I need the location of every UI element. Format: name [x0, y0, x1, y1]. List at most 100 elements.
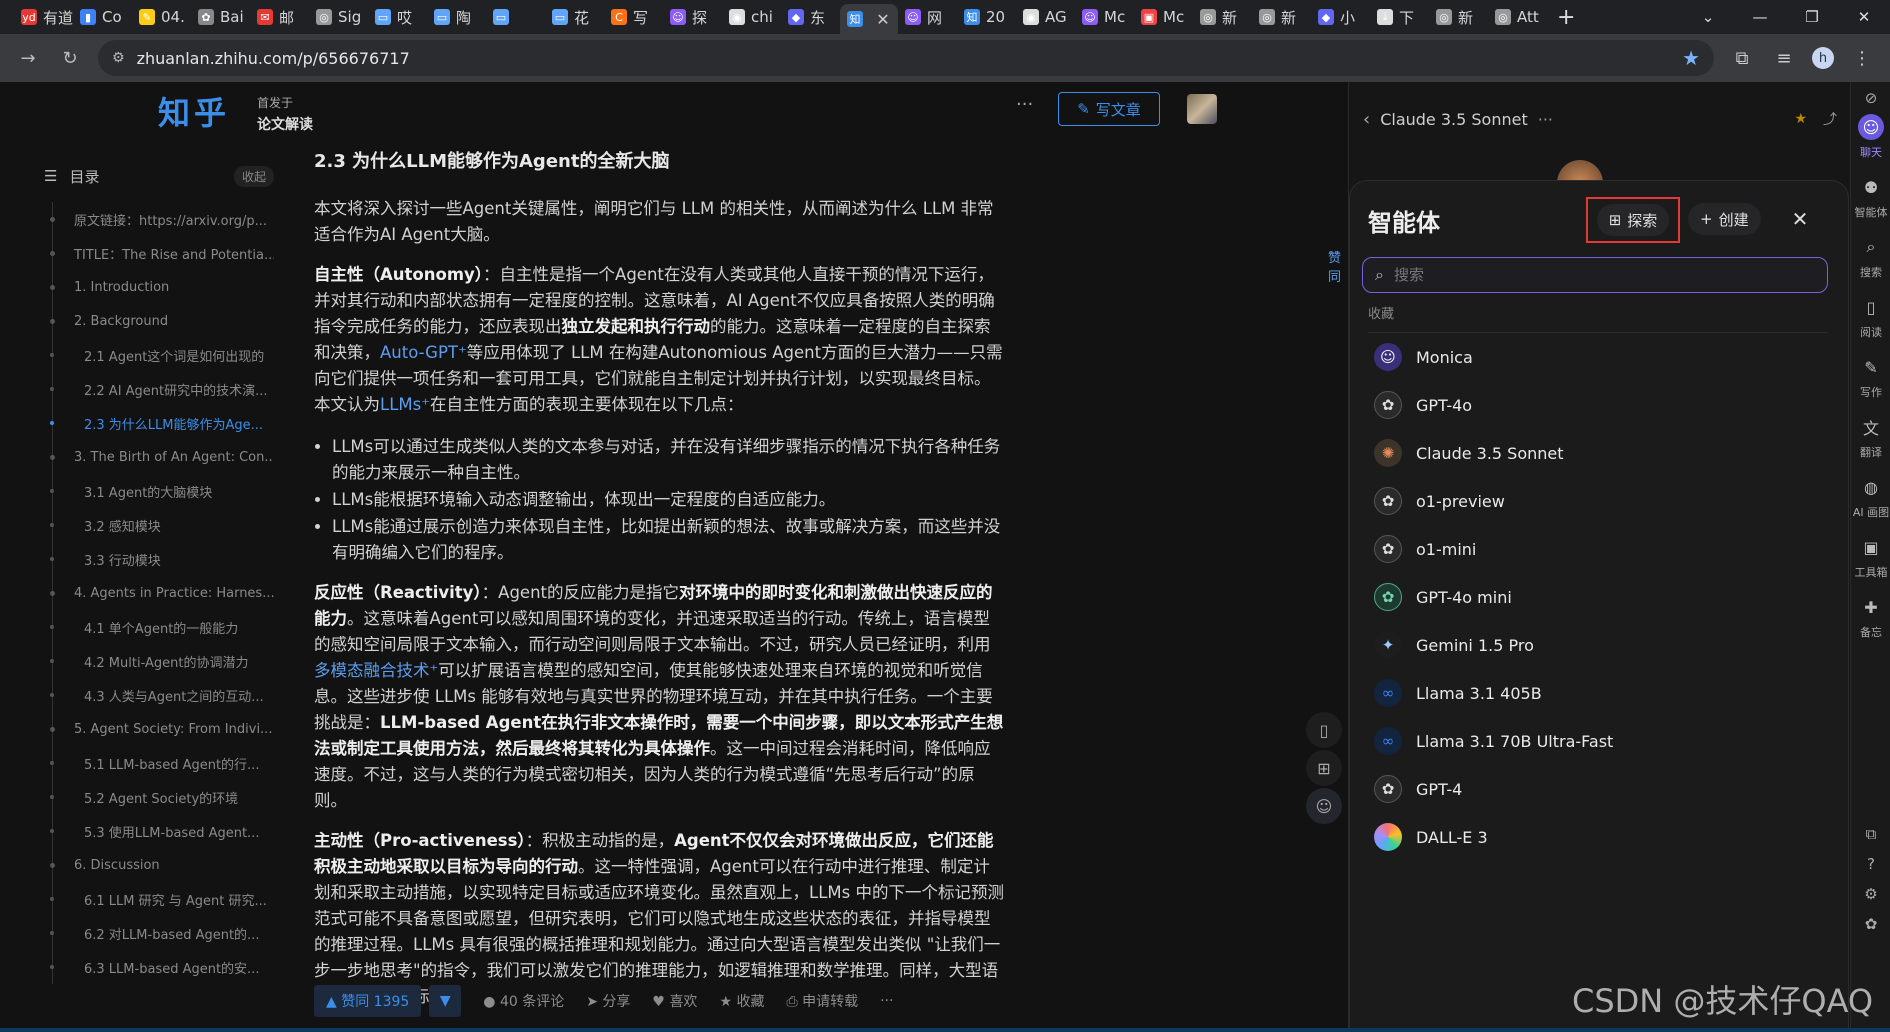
- close-tab-icon[interactable]: ✕: [875, 10, 891, 29]
- toc-item[interactable]: 4.3 人类与Agent之间的互动...: [44, 678, 274, 712]
- side-upvote-label[interactable]: 赞同: [1328, 247, 1348, 285]
- browser-tab[interactable]: 知 20: [957, 4, 1016, 30]
- upvote-button[interactable]: ▲ 赞同 1395: [314, 985, 422, 1017]
- agent-search-input[interactable]: [1393, 266, 1794, 284]
- column-name[interactable]: 论文解读: [257, 114, 313, 134]
- rail-item[interactable]: ▯ 阅读: [1851, 294, 1890, 340]
- more-actions-button[interactable]: ···: [880, 993, 893, 1009]
- share-icon[interactable]: ⤴: [1823, 109, 1837, 129]
- more-icon[interactable]: ···: [1016, 94, 1033, 115]
- browser-tab[interactable]: ◉ chi: [722, 4, 781, 30]
- browser-tab[interactable]: ▭ 花: [545, 4, 604, 30]
- agent-item[interactable]: ✿ o1-preview: [1362, 477, 1832, 525]
- browser-tab[interactable]: ▣ Mc: [1134, 4, 1193, 30]
- multimodal-link[interactable]: 多模态融合技术⁺: [314, 661, 438, 680]
- feedback-icon[interactable]: ⧉: [1859, 822, 1883, 846]
- browser-tab[interactable]: ⤓ 下: [1370, 4, 1429, 30]
- llms-link[interactable]: LLMs⁺: [380, 395, 430, 414]
- toc-item[interactable]: 2. Background: [44, 304, 274, 338]
- forward-icon[interactable]: →: [14, 44, 42, 72]
- browser-tab[interactable]: ◎ 新: [1252, 4, 1311, 30]
- browser-tab[interactable]: ◆ 小: [1311, 4, 1370, 30]
- browser-tab[interactable]: ☺ 网: [898, 4, 957, 30]
- pin-icon[interactable]: ★: [1794, 111, 1807, 127]
- reload-icon[interactable]: ↻: [56, 44, 84, 72]
- grid-icon[interactable]: ⊞: [1306, 750, 1342, 786]
- agent-item[interactable]: ✿ GPT-4o: [1362, 381, 1832, 429]
- help-icon[interactable]: ?: [1859, 852, 1883, 876]
- toc-item[interactable]: 6.1 LLM 研究 与 Agent 研究...: [44, 882, 274, 916]
- new-tab-button[interactable]: +: [1557, 5, 1575, 30]
- extensions-icon[interactable]: ⧉: [1728, 44, 1756, 72]
- toc-item[interactable]: 4.1 单个Agent的一般能力: [44, 610, 274, 644]
- close-icon[interactable]: ✕: [1784, 203, 1816, 235]
- agent-item[interactable]: ✿ GPT-4: [1362, 765, 1832, 813]
- browser-tab[interactable]: ☺ 探: [663, 4, 722, 30]
- browser-tab[interactable]: ◎ Sig: [309, 4, 368, 30]
- agent-search-field[interactable]: ⌕: [1362, 257, 1828, 293]
- rail-item[interactable]: ▣ 工具箱: [1851, 534, 1890, 580]
- browser-tab[interactable]: ◎ 新: [1429, 4, 1488, 30]
- favorite-button[interactable]: ★ 收藏: [719, 991, 764, 1011]
- menu-icon[interactable]: ⋮: [1848, 44, 1876, 72]
- toc-item[interactable]: 6.2 对LLM-based Agent的...: [44, 916, 274, 950]
- monica-float-icon[interactable]: ☺: [1306, 788, 1342, 824]
- toc-item[interactable]: 2.1 Agent这个词是如何出现的: [44, 338, 274, 372]
- agent-item[interactable]: ✿ o1-mini: [1362, 525, 1832, 573]
- browser-tab[interactable]: C写: [604, 4, 663, 30]
- toc-item[interactable]: 原文链接：https://arxiv.org/p...: [44, 202, 274, 236]
- column-info[interactable]: 首发于 论文解读: [257, 94, 313, 134]
- rail-item[interactable]: ☺ 聊天: [1851, 114, 1890, 160]
- rail-item[interactable]: ⌕ 搜索: [1851, 234, 1890, 280]
- browser-tab[interactable]: yd 有道: [14, 4, 73, 30]
- browser-tab[interactable]: ✉ 邮: [250, 4, 309, 30]
- browser-tab[interactable]: 知 ✕: [840, 4, 898, 34]
- browser-tab[interactable]: ▮ Co: [73, 4, 132, 30]
- site-info-icon[interactable]: ⚙: [112, 50, 125, 66]
- agent-item[interactable]: ✺ Claude 3.5 Sonnet: [1362, 429, 1832, 477]
- toc-item[interactable]: 3.1 Agent的大脑模块: [44, 474, 274, 508]
- toc-item[interactable]: 3. The Birth of An Agent: Con...: [44, 440, 274, 474]
- rail-item[interactable]: ✚ 备忘: [1851, 594, 1890, 640]
- tab-search-icon[interactable]: ⌄: [1682, 0, 1734, 34]
- rail-item[interactable]: 文翻译: [1851, 414, 1890, 460]
- toc-item[interactable]: 6. Discussion: [44, 848, 274, 882]
- browser-tab[interactable]: ☺ Mc: [1075, 4, 1134, 30]
- browser-tab[interactable]: ▭ 陶: [427, 4, 486, 30]
- browser-tab[interactable]: ◎ 新: [1193, 4, 1252, 30]
- browser-tab[interactable]: ✿ Bai: [191, 4, 250, 30]
- autogpt-link[interactable]: Auto-GPT⁺: [380, 343, 467, 362]
- toc-item[interactable]: 4. Agents in Practice: Harnes...: [44, 576, 274, 610]
- toc-item[interactable]: 6.3 LLM-based Agent的安...: [44, 950, 274, 984]
- agent-item[interactable]: DALL-E 3: [1362, 813, 1832, 861]
- like-button[interactable]: ♥ 喜欢: [652, 991, 697, 1011]
- agent-item[interactable]: ✦ Gemini 1.5 Pro: [1362, 621, 1832, 669]
- downvote-button[interactable]: ▼: [429, 985, 462, 1017]
- toc-item[interactable]: TITLE：The Rise and Potentia...: [44, 236, 274, 270]
- toc-item[interactable]: 2.3 为什么LLM能够作为Age...: [44, 406, 274, 440]
- toc-item[interactable]: 3.2 感知模块: [44, 508, 274, 542]
- browser-tab[interactable]: ✎ 04.: [132, 4, 191, 30]
- write-article-button[interactable]: ✎ 写文章: [1058, 92, 1160, 126]
- rail-item[interactable]: ◍ AI 画图: [1851, 474, 1890, 520]
- agent-item[interactable]: ☺ Monica: [1362, 333, 1832, 381]
- book-icon[interactable]: ▯: [1306, 712, 1342, 748]
- toc-collapse-button[interactable]: 收起: [233, 165, 274, 187]
- browser-tab[interactable]: ◉ AG: [1016, 4, 1075, 30]
- settings-icon[interactable]: ⚙: [1859, 882, 1883, 906]
- back-chevron-icon[interactable]: ‹: [1363, 109, 1370, 130]
- toc-item[interactable]: 3.3 行动模块: [44, 542, 274, 576]
- toc-item[interactable]: 5. Agent Society: From Indivi...: [44, 712, 274, 746]
- share-button[interactable]: ➤ 分享: [586, 991, 630, 1011]
- toc-item[interactable]: 5.1 LLM-based Agent的行...: [44, 746, 274, 780]
- more-icon[interactable]: ···: [1538, 110, 1553, 129]
- rail-item[interactable]: ✎ 写作: [1851, 354, 1890, 400]
- minimize-icon[interactable]: —: [1734, 0, 1786, 34]
- zhihu-logo[interactable]: 知乎: [158, 88, 230, 134]
- browser-tab[interactable]: ◎ Att: [1488, 4, 1547, 30]
- bookmark-star-icon[interactable]: ★: [1682, 46, 1700, 70]
- browser-tab[interactable]: ▭ 哎: [368, 4, 427, 30]
- browser-tab[interactable]: ◆ 东: [781, 4, 840, 30]
- toc-item[interactable]: 2.2 AI Agent研究中的技术演...: [44, 372, 274, 406]
- reading-list-icon[interactable]: ≡: [1770, 44, 1798, 72]
